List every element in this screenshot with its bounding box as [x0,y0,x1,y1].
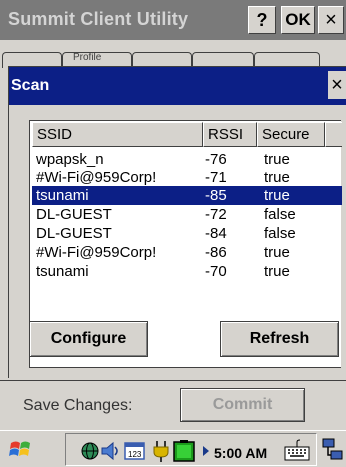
rssi-cell: -84 [205,225,227,242]
network-globe-icon[interactable] [80,441,100,461]
column-header-ssid[interactable]: SSID [32,122,203,147]
secure-cell: false [264,206,296,223]
scan-dialog: Scan × SSID RSSI Secure wpapsk_n -76 tru… [8,66,346,378]
rssi-cell: -85 [205,187,227,204]
secure-cell: false [264,225,296,242]
commit-button[interactable]: Commit [180,388,305,422]
svg-text:123: 123 [128,450,142,459]
ssid-cell: DL-GUEST [36,225,112,242]
ssid-cell: #Wi-Fi@959Corp! [36,169,157,186]
close-button[interactable]: × [318,6,344,34]
power-plug-icon[interactable] [150,439,172,463]
keyboard-icon[interactable] [284,439,310,461]
speaker-icon[interactable] [100,441,122,461]
rssi-cell: -71 [205,169,227,186]
clock[interactable]: 5:00 AM [214,445,267,461]
configure-button[interactable]: Configure [29,321,148,357]
list-header: SSID RSSI Secure [32,122,342,147]
ssid-cell: tsunami [36,263,89,280]
ssid-cell: #Wi-Fi@959Corp! [36,244,157,261]
save-changes-label: Save Changes: [23,397,133,414]
list-item[interactable]: tsunami -70 true [32,262,342,281]
secure-cell: true [264,151,290,168]
taskbar: 123 5:00 AM [0,430,346,467]
app-title: Summit Client Utility [8,9,189,29]
start-flag-icon[interactable] [8,437,34,463]
refresh-button[interactable]: Refresh [220,321,339,357]
rssi-cell: -86 [205,244,227,261]
secure-cell: true [264,169,290,186]
title-bar: Summit Client Utility ? OK × [0,0,346,40]
secure-cell: true [264,244,290,261]
dialog-header: Scan × [9,67,346,105]
rssi-cell: -76 [205,151,227,168]
secure-cell: true [264,263,290,280]
arrow-right-icon[interactable] [201,445,211,457]
ssid-cell: tsunami [36,187,89,204]
ssid-cell: DL-GUEST [36,206,112,223]
system-tray: 123 5:00 AM [65,433,317,466]
footer-divider [0,380,346,381]
dialog-close-button[interactable]: × [328,71,346,99]
dialog-title: Scan [11,77,50,94]
help-button[interactable]: ? [248,6,276,34]
column-header-filler [325,122,342,147]
list-item[interactable]: #Wi-Fi@959Corp! -71 true [32,168,342,187]
rssi-cell: -70 [205,263,227,280]
list-item[interactable]: DL-GUEST -84 false [32,224,342,243]
tab-strip: Profile [0,40,346,68]
list-item[interactable]: wpapsk_n -76 true [32,150,342,169]
column-header-secure[interactable]: Secure [257,122,325,147]
ok-button[interactable]: OK [281,6,315,34]
calendar-icon[interactable]: 123 [124,441,146,461]
rssi-cell: -72 [205,206,227,223]
list-item[interactable]: #Wi-Fi@959Corp! -86 true [32,243,342,262]
ssid-cell: wpapsk_n [36,151,104,168]
list-item-selected[interactable]: tsunami -85 true [32,186,342,205]
battery-icon[interactable] [172,439,196,463]
connection-icon[interactable] [322,437,344,463]
column-header-rssi[interactable]: RSSI [203,122,257,147]
secure-cell: true [264,187,290,204]
list-item[interactable]: DL-GUEST -72 false [32,205,342,224]
